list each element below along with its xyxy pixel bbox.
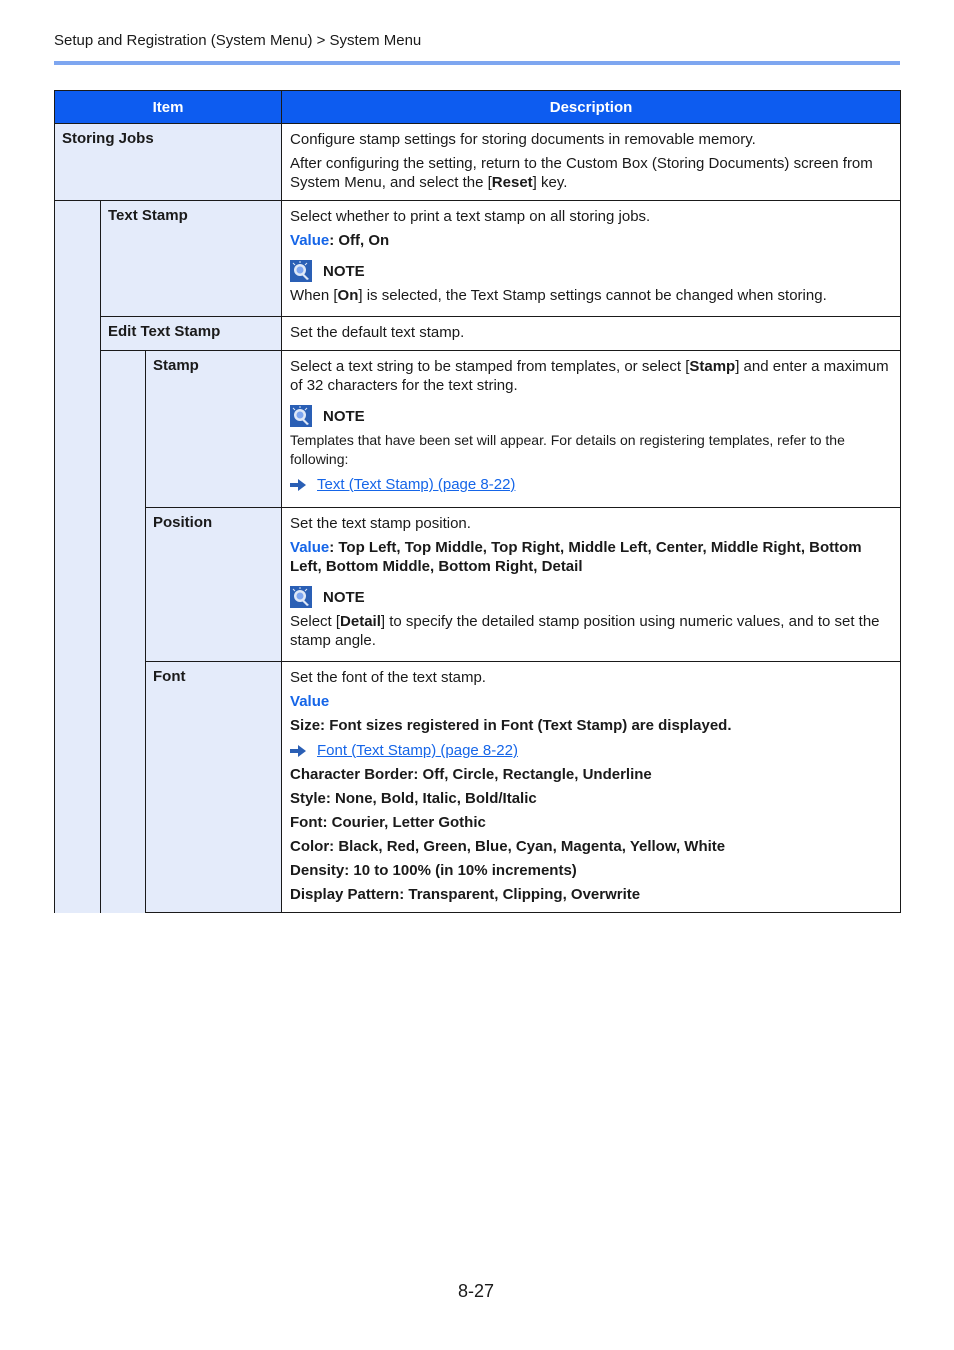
link-text-stamp-page[interactable]: Text (Text Stamp) (page 8-22) (317, 475, 515, 494)
header-divider (54, 61, 900, 65)
desc-text: Configure stamp settings for storing doc… (290, 131, 756, 148)
description-position: Set the text stamp position. Value: Top … (281, 507, 902, 662)
link-font-text-stamp-page[interactable]: Font (Text Stamp) (page 8-22) (317, 741, 518, 760)
desc-text: After configuring the setting, return to… (290, 154, 892, 192)
system-menu-table: Item Description Storing Jobs Configure … (53, 90, 902, 913)
description-font: Set the font of the text stamp. Value Si… (281, 661, 902, 913)
table-row-edit-text-stamp: Edit Text Stamp Set the default text sta… (55, 316, 902, 351)
value-character-border: Character Border: Off, Circle, Rectangle… (290, 766, 652, 783)
detail-option-label: Detail (340, 613, 381, 630)
desc-text: Set the text stamp position. (290, 515, 471, 532)
note-lightbulb-icon (290, 260, 313, 282)
text: When [ (290, 287, 338, 304)
desc-text: Select a text string to be stamped from … (290, 357, 892, 395)
description-edit-text-stamp: Set the default text stamp. (281, 316, 902, 351)
desc-text: Set the default text stamp. (290, 324, 465, 341)
item-font: Font (144, 661, 283, 913)
text: ] key. (532, 174, 568, 191)
item-edit-text-stamp: Edit Text Stamp (99, 316, 283, 351)
value-label: Value (290, 232, 330, 249)
arrow-right-icon (290, 744, 307, 757)
value-label: Value (290, 693, 330, 710)
cross-reference: Font (Text Stamp) (page 8-22) (290, 741, 892, 760)
note-heading: NOTE (290, 405, 892, 427)
column-header-description: Description (281, 90, 902, 124)
description-storing-jobs: Configure stamp settings for storing doc… (281, 123, 902, 201)
text: Select [ (290, 613, 341, 630)
note-text: Select [Detail] to specify the detailed … (290, 612, 892, 650)
value-size: Size: Font sizes registered in Font (Tex… (290, 717, 732, 734)
item-text-stamp: Text Stamp (99, 200, 283, 317)
value-font: Font: Courier, Letter Gothic (290, 814, 486, 831)
value-label: Value (290, 539, 330, 556)
note-lightbulb-icon (290, 586, 313, 608)
on-option-label: On (337, 287, 359, 304)
item-stamp: Stamp (144, 350, 283, 508)
arrow-right-icon (290, 478, 307, 491)
description-stamp: Select a text string to be stamped from … (281, 350, 902, 508)
value-text: : Off, On (329, 232, 390, 249)
desc-text: Set the font of the text stamp. (290, 669, 486, 686)
page-number: 8-27 (458, 1281, 495, 1301)
value-line: Value: Top Left, Top Middle, Top Right, … (290, 538, 892, 576)
value-color: Color: Black, Red, Green, Blue, Cyan, Ma… (290, 838, 726, 855)
item-storing-jobs: Storing Jobs (53, 123, 283, 201)
value-display-pattern: Display Pattern: Transparent, Clipping, … (290, 886, 641, 903)
note-text: When [On] is selected, the Text Stamp se… (290, 286, 892, 305)
note-heading: NOTE (290, 260, 892, 282)
cross-reference: Text (Text Stamp) (page 8-22) (290, 475, 892, 494)
table-row-text-stamp: Text Stamp Select whether to print a tex… (54, 200, 902, 913)
table-row-position: Position Set the text stamp position. Va… (55, 507, 902, 662)
reset-key-label: Reset (491, 174, 533, 191)
table-row-storing-jobs: Storing Jobs Configure stamp settings fo… (53, 123, 902, 201)
note-label: NOTE (323, 588, 365, 606)
text: After configuring the setting, return to… (290, 155, 873, 191)
value-text: : Top Left, Top Middle, Top Right, Middl… (290, 539, 862, 575)
note-text: Templates that have been set will appear… (290, 432, 845, 467)
item-position: Position (144, 507, 283, 662)
table-row-stamp: Stamp Select a text string to be stamped… (55, 350, 902, 913)
indent-spacer (100, 350, 146, 913)
value-style: Style: None, Bold, Italic, Bold/Italic (290, 790, 537, 807)
note-label: NOTE (323, 262, 365, 280)
table-row-font: Font Set the font of the text stamp. Val… (55, 661, 902, 913)
stamp-option-label: Stamp (689, 358, 736, 375)
table-header-row: Item Description (53, 90, 902, 124)
column-header-item: Item (53, 90, 283, 124)
breadcrumb: Setup and Registration (System Menu) > S… (54, 32, 422, 49)
value-density: Density: 10 to 100% (in 10% increments) (290, 862, 577, 879)
note-label: NOTE (323, 407, 365, 425)
text: ] is selected, the Text Stamp settings c… (358, 287, 827, 304)
desc-text: Select whether to print a text stamp on … (290, 208, 651, 225)
note-heading: NOTE (290, 586, 892, 608)
value-line: Value: Off, On (290, 231, 892, 250)
description-text-stamp: Select whether to print a text stamp on … (281, 200, 902, 317)
indent-spacer (54, 200, 101, 913)
note-lightbulb-icon (290, 405, 313, 427)
text: Select a text string to be stamped from … (290, 358, 690, 375)
